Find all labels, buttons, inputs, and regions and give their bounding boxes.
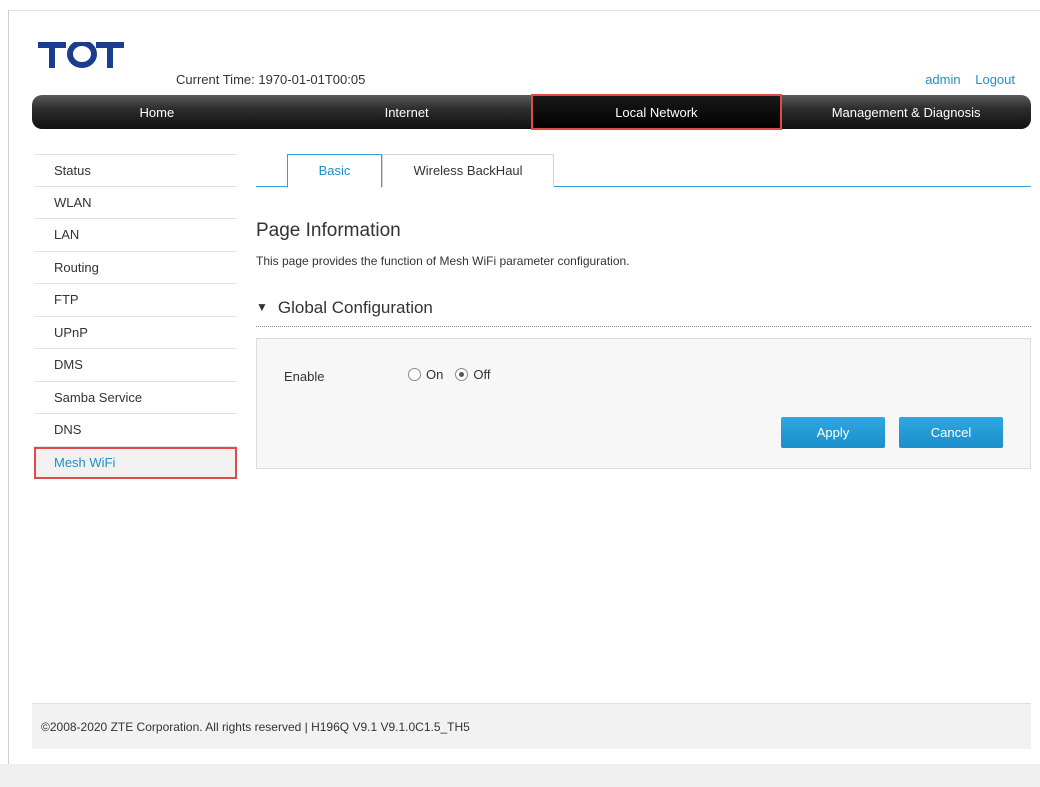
collapse-triangle-icon: ▼ (256, 300, 268, 314)
tab-wireless-backhaul[interactable]: Wireless BackHaul (382, 154, 554, 187)
sidebar-item-dms[interactable]: DMS (34, 349, 237, 382)
sidebar-item-mesh-wifi[interactable]: Mesh WiFi (34, 446, 237, 479)
tab-basic[interactable]: Basic (287, 154, 382, 188)
page-title: Page Information (256, 220, 401, 241)
enable-label: Enable (284, 369, 325, 384)
cancel-button[interactable]: Cancel (899, 417, 1003, 448)
admin-link[interactable]: admin (925, 72, 960, 87)
tot-logo (38, 40, 126, 72)
sidebar-item-dns[interactable]: DNS (34, 414, 237, 447)
apply-button[interactable]: Apply (781, 417, 885, 448)
tot-logo-graphic (38, 40, 124, 68)
global-config-panel: Enable On Off Apply Cancel (256, 338, 1031, 469)
sidebar-item-samba-service[interactable]: Samba Service (34, 382, 237, 414)
bottom-band (0, 764, 1040, 787)
nav-management-diagnosis[interactable]: Management & Diagnosis (781, 95, 1031, 129)
logout-link[interactable]: Logout (975, 72, 1015, 87)
user-links: admin Logout (914, 72, 1015, 87)
section-title: Global Configuration (277, 298, 433, 317)
nav-internet[interactable]: Internet (282, 95, 532, 129)
sidebar-item-upnp[interactable]: UPnP (34, 317, 237, 349)
sidebar-item-status[interactable]: Status (34, 154, 237, 187)
page-frame-left (8, 10, 9, 764)
sidebar-item-routing[interactable]: Routing (34, 252, 237, 284)
nav-local-network[interactable]: Local Network (530, 94, 783, 130)
section-divider (256, 326, 1031, 327)
enable-radio-group: On Off (408, 367, 502, 382)
enable-off-label: Off (473, 367, 491, 382)
page-description: This page provides the function of Mesh … (256, 254, 630, 268)
page-frame-top (8, 10, 1040, 11)
sidebar-item-lan[interactable]: LAN (34, 219, 237, 252)
sidebar-item-ftp[interactable]: FTP (34, 284, 237, 317)
current-time: Current Time: 1970-01-01T00:05 (176, 72, 366, 87)
nav-home[interactable]: Home (32, 95, 282, 129)
tab-bar: Basic Wireless BackHaul (256, 154, 1031, 188)
section-header-global-configuration[interactable]: ▼ Global Configuration (256, 298, 433, 318)
sidebar: Status WLAN LAN Routing FTP UPnP DMS Sam… (34, 154, 237, 479)
footer: ©2008-2020 ZTE Corporation. All rights r… (32, 703, 1031, 749)
main-nav: Home Internet Local Network Management &… (32, 94, 1031, 130)
enable-off-radio[interactable] (455, 368, 469, 381)
enable-on-radio[interactable] (408, 368, 421, 381)
enable-on-label: On (426, 367, 444, 382)
sidebar-item-wlan[interactable]: WLAN (34, 187, 237, 219)
